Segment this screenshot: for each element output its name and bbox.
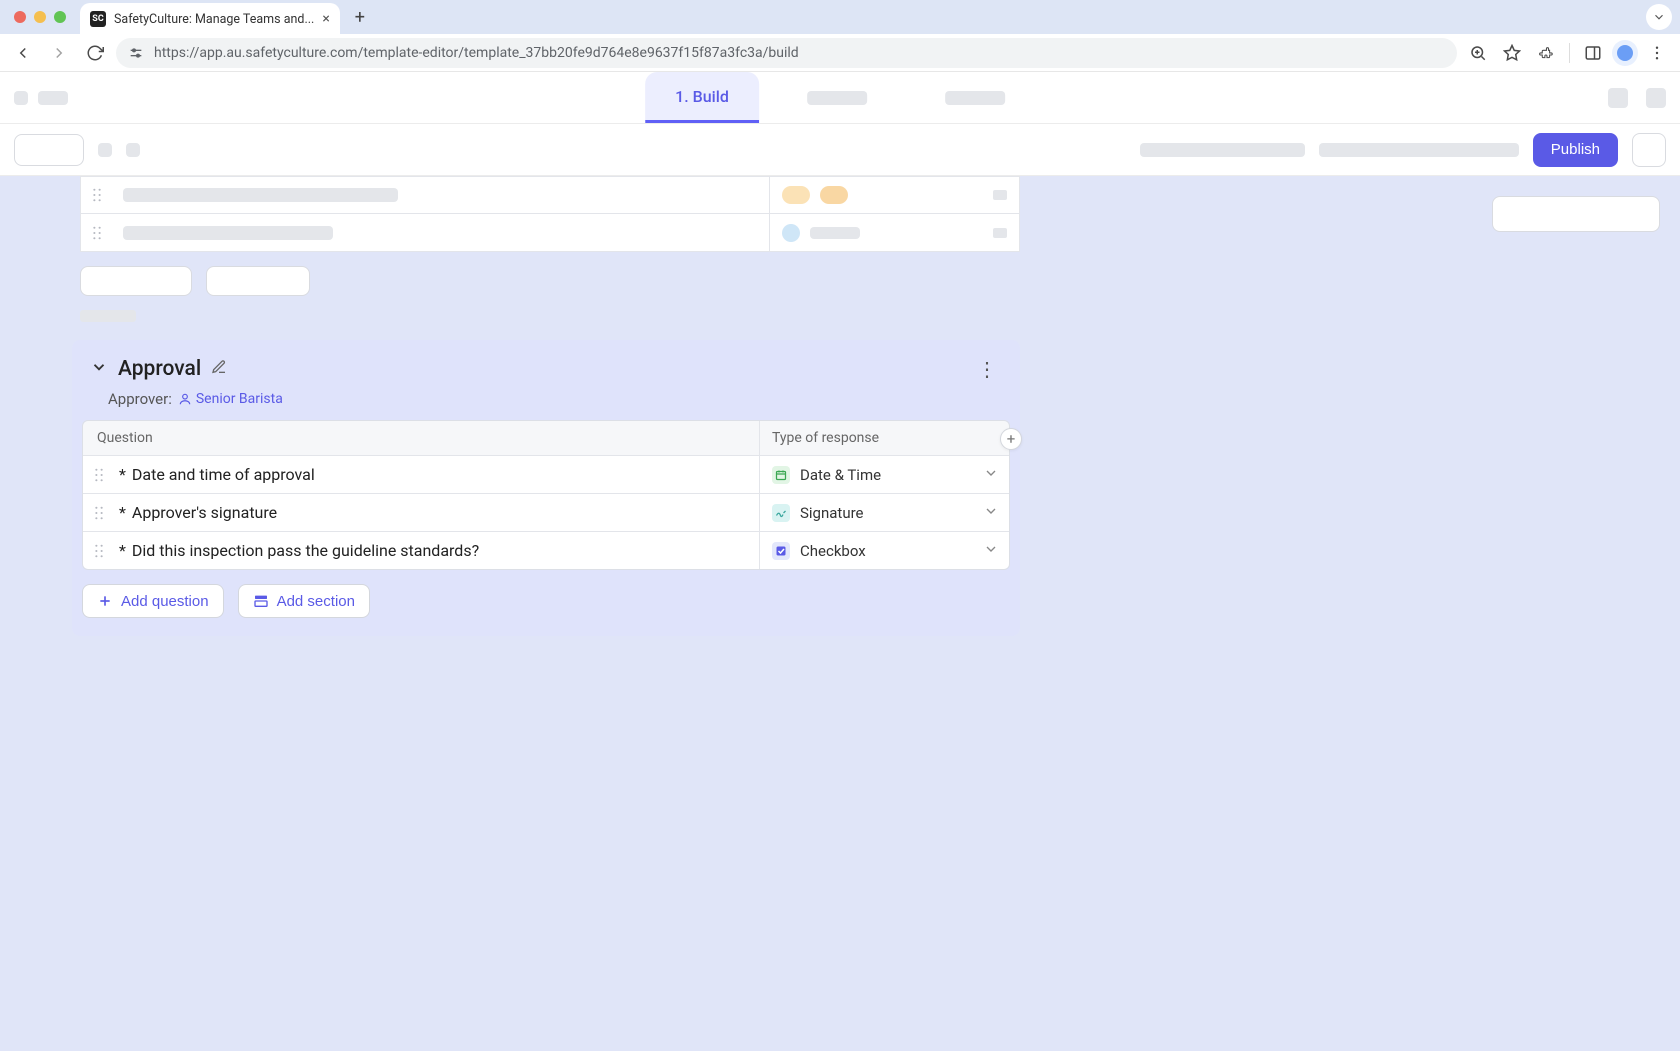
question-text: Did this inspection pass the guideline s… bbox=[132, 541, 479, 560]
signature-icon bbox=[772, 504, 790, 522]
add-section-button[interactable]: Add section bbox=[238, 584, 370, 618]
zoom-icon[interactable] bbox=[1463, 38, 1493, 68]
chevron-down-icon bbox=[983, 503, 999, 523]
response-type-label: Signature bbox=[800, 504, 864, 522]
site-settings-icon[interactable] bbox=[128, 45, 144, 61]
required-indicator: * bbox=[119, 541, 126, 560]
close-tab-icon[interactable]: × bbox=[322, 11, 329, 27]
side-panel-icon[interactable] bbox=[1578, 38, 1608, 68]
browser-toolbar: https://app.au.safetyculture.com/templat… bbox=[0, 34, 1680, 72]
header-right-skeleton-1 bbox=[1608, 88, 1628, 108]
approver-row: Approver: Senior Barista bbox=[72, 384, 1020, 420]
subtoolbar-left-button[interactable] bbox=[14, 134, 84, 166]
previous-section-actions bbox=[80, 266, 1680, 296]
response-type-cell[interactable] bbox=[769, 214, 1019, 251]
browser-tab-strip: SC SafetyCulture: Manage Teams and... × … bbox=[0, 0, 1680, 34]
publish-button[interactable]: Publish bbox=[1533, 133, 1618, 167]
browser-tab[interactable]: SC SafetyCulture: Manage Teams and... × bbox=[80, 3, 340, 35]
drag-handle-icon[interactable] bbox=[83, 468, 115, 482]
approval-questions-table: Question Type of response bbox=[82, 420, 1010, 570]
approval-section: Approval ⋮ Approver: Senior Barista bbox=[72, 340, 1020, 636]
close-window-icon[interactable] bbox=[14, 11, 26, 23]
tab-placeholder-2[interactable] bbox=[777, 72, 897, 123]
editor-tabs: 1. Build bbox=[645, 72, 1035, 123]
tab-placeholder-3[interactable] bbox=[915, 72, 1035, 123]
response-type-label: Checkbox bbox=[800, 542, 866, 560]
header-skeleton-text bbox=[38, 91, 68, 105]
required-indicator: * bbox=[119, 503, 126, 522]
approver-chip[interactable]: Senior Barista bbox=[178, 391, 283, 407]
back-button[interactable] bbox=[8, 38, 38, 68]
subtoolbar-skeleton-2 bbox=[126, 143, 140, 157]
chevron-down-icon bbox=[983, 465, 999, 485]
window-controls bbox=[14, 11, 66, 23]
editor-canvas: Approval ⋮ Approver: Senior Barista bbox=[0, 176, 1680, 1051]
response-type-selector[interactable]: Date & Time bbox=[759, 456, 1009, 493]
subtoolbar-skeleton-wide-2 bbox=[1319, 143, 1519, 157]
extensions-icon[interactable] bbox=[1531, 38, 1561, 68]
tab-build[interactable]: 1. Build bbox=[645, 72, 759, 123]
header-right-skeleton-2 bbox=[1646, 88, 1666, 108]
add-section-label: Add section bbox=[277, 593, 355, 610]
add-question-button[interactable]: Add question bbox=[82, 584, 224, 618]
required-indicator: * bbox=[119, 465, 126, 484]
publish-label: Publish bbox=[1551, 141, 1600, 158]
app-header: 1. Build bbox=[0, 72, 1680, 124]
add-column-button[interactable]: + bbox=[1000, 428, 1022, 450]
drag-handle-icon[interactable] bbox=[83, 544, 115, 558]
drag-handle-icon[interactable] bbox=[83, 506, 115, 520]
toolbar-divider bbox=[1569, 43, 1570, 63]
question-text: Date and time of approval bbox=[132, 465, 315, 484]
approver-name: Senior Barista bbox=[196, 391, 283, 407]
forward-button[interactable] bbox=[44, 38, 74, 68]
tab-title: SafetyCulture: Manage Teams and... bbox=[114, 12, 314, 27]
table-row[interactable]: * Approver's signature Signature bbox=[83, 493, 1009, 531]
tabs-dropdown-icon[interactable] bbox=[1646, 4, 1672, 30]
response-type-selector[interactable]: Checkbox bbox=[759, 532, 1009, 569]
checkbox-icon bbox=[772, 542, 790, 560]
response-type-cell[interactable] bbox=[769, 177, 1019, 213]
previous-section-rows bbox=[80, 176, 1020, 252]
table-header: Question Type of response bbox=[83, 421, 1009, 455]
profile-avatar[interactable] bbox=[1612, 40, 1638, 66]
reload-button[interactable] bbox=[80, 38, 110, 68]
address-bar[interactable]: https://app.au.safetyculture.com/templat… bbox=[116, 38, 1457, 68]
header-skeleton-icon bbox=[14, 91, 28, 105]
action-button-skeleton-2[interactable] bbox=[206, 266, 310, 296]
subtoolbar-skeleton-1 bbox=[98, 143, 112, 157]
edit-section-title-icon[interactable] bbox=[211, 359, 227, 379]
browser-menu-icon[interactable] bbox=[1642, 38, 1672, 68]
sub-toolbar: Publish bbox=[0, 124, 1680, 176]
tab-build-label: 1. Build bbox=[675, 87, 729, 106]
subtoolbar-skeleton-wide-1 bbox=[1140, 143, 1305, 157]
new-tab-button[interactable]: + bbox=[346, 3, 374, 31]
action-button-skeleton-1[interactable] bbox=[80, 266, 192, 296]
drag-handle-icon[interactable] bbox=[81, 188, 113, 202]
table-row[interactable]: * Did this inspection pass the guideline… bbox=[83, 531, 1009, 569]
section-menu-icon[interactable]: ⋮ bbox=[972, 354, 1002, 384]
approver-label: Approver: bbox=[108, 390, 172, 408]
fullscreen-window-icon[interactable] bbox=[54, 11, 66, 23]
collapse-section-icon[interactable] bbox=[90, 358, 108, 380]
question-row-skeleton[interactable] bbox=[80, 214, 1020, 252]
add-question-label: Add question bbox=[121, 593, 209, 610]
subtoolbar-right-square-button[interactable] bbox=[1632, 133, 1666, 167]
column-header-response-type: Type of response bbox=[759, 421, 1009, 455]
bookmark-icon[interactable] bbox=[1497, 38, 1527, 68]
date-time-icon bbox=[772, 466, 790, 484]
section-footer-skeleton bbox=[80, 310, 136, 322]
response-type-selector[interactable]: Signature bbox=[759, 494, 1009, 531]
section-title: Approval bbox=[118, 357, 201, 381]
response-type-label: Date & Time bbox=[800, 466, 881, 484]
floating-panel[interactable] bbox=[1492, 196, 1660, 232]
chevron-down-icon bbox=[983, 541, 999, 561]
drag-handle-icon[interactable] bbox=[81, 226, 113, 240]
favicon-icon: SC bbox=[90, 11, 106, 27]
question-text: Approver's signature bbox=[132, 503, 277, 522]
url-text: https://app.au.safetyculture.com/templat… bbox=[154, 45, 799, 61]
column-header-question: Question bbox=[83, 430, 759, 446]
minimize-window-icon[interactable] bbox=[34, 11, 46, 23]
table-row[interactable]: * Date and time of approval Date & Time bbox=[83, 455, 1009, 493]
question-row-skeleton[interactable] bbox=[80, 176, 1020, 214]
